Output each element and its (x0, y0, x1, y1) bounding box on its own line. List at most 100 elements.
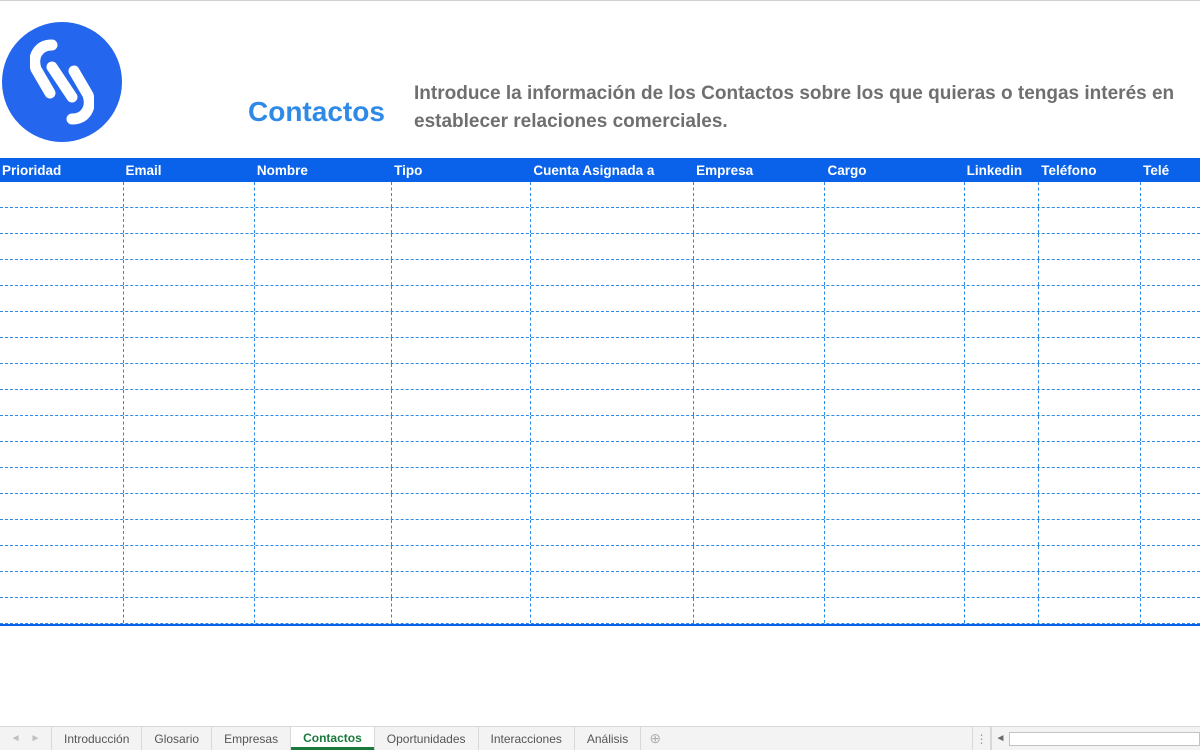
table-cell[interactable] (0, 312, 124, 337)
table-cell[interactable] (965, 208, 1040, 233)
table-cell[interactable] (531, 598, 694, 623)
triangle-left-icon[interactable]: ◄ (11, 733, 21, 744)
table-cell[interactable] (392, 442, 531, 467)
table-row[interactable] (0, 468, 1200, 494)
sheet-tab-oportunidades[interactable]: Oportunidades (375, 727, 479, 750)
table-cell[interactable] (825, 364, 964, 389)
table-cell[interactable] (392, 598, 531, 623)
table-row[interactable] (0, 364, 1200, 390)
table-cell[interactable] (1141, 338, 1200, 363)
table-cell[interactable] (825, 546, 964, 571)
table-cell[interactable] (392, 494, 531, 519)
table-cell[interactable] (392, 182, 531, 207)
table-cell[interactable] (694, 208, 825, 233)
table-cell[interactable] (825, 468, 964, 493)
table-cell[interactable] (1039, 416, 1141, 441)
table-cell[interactable] (965, 572, 1040, 597)
table-cell[interactable] (255, 390, 392, 415)
table-cell[interactable] (392, 260, 531, 285)
table-cell[interactable] (825, 312, 964, 337)
table-cell[interactable] (124, 494, 255, 519)
table-cell[interactable] (825, 208, 964, 233)
table-cell[interactable] (255, 234, 392, 259)
table-cell[interactable] (0, 286, 124, 311)
triangle-right-icon[interactable]: ► (31, 733, 41, 744)
table-cell[interactable] (124, 598, 255, 623)
table-cell[interactable] (0, 572, 124, 597)
table-cell[interactable] (1141, 286, 1200, 311)
table-cell[interactable] (255, 182, 392, 207)
scroll-left-button[interactable]: ◄ (991, 727, 1009, 750)
table-cell[interactable] (825, 286, 964, 311)
table-cell[interactable] (825, 234, 964, 259)
table-row[interactable] (0, 520, 1200, 546)
table-cell[interactable] (255, 338, 392, 363)
table-cell[interactable] (825, 182, 964, 207)
table-cell[interactable] (531, 234, 694, 259)
table-cell[interactable] (825, 260, 964, 285)
table-cell[interactable] (694, 494, 825, 519)
table-cell[interactable] (694, 260, 825, 285)
table-cell[interactable] (392, 572, 531, 597)
table-cell[interactable] (392, 208, 531, 233)
table-cell[interactable] (255, 416, 392, 441)
column-header-cuenta-asignada[interactable]: Cuenta Asignada a (531, 163, 694, 178)
table-row[interactable] (0, 390, 1200, 416)
table-cell[interactable] (965, 312, 1040, 337)
table-cell[interactable] (694, 234, 825, 259)
table-row[interactable] (0, 182, 1200, 208)
table-cell[interactable] (531, 494, 694, 519)
table-cell[interactable] (825, 442, 964, 467)
column-header-nombre[interactable]: Nombre (255, 163, 392, 178)
table-cell[interactable] (825, 390, 964, 415)
table-cell[interactable] (965, 598, 1040, 623)
table-cell[interactable] (124, 182, 255, 207)
table-cell[interactable] (531, 416, 694, 441)
table-cell[interactable] (124, 260, 255, 285)
table-cell[interactable] (124, 338, 255, 363)
table-cell[interactable] (825, 338, 964, 363)
table-cell[interactable] (0, 468, 124, 493)
table-cell[interactable] (124, 572, 255, 597)
table-cell[interactable] (825, 416, 964, 441)
table-row[interactable] (0, 416, 1200, 442)
table-cell[interactable] (965, 442, 1040, 467)
table-cell[interactable] (255, 520, 392, 545)
table-cell[interactable] (1039, 442, 1141, 467)
table-cell[interactable] (965, 546, 1040, 571)
table-cell[interactable] (694, 364, 825, 389)
table-cell[interactable] (124, 442, 255, 467)
table-cell[interactable] (392, 338, 531, 363)
table-row[interactable] (0, 546, 1200, 572)
table-cell[interactable] (1039, 208, 1141, 233)
table-cell[interactable] (1141, 416, 1200, 441)
table-cell[interactable] (1141, 494, 1200, 519)
table-cell[interactable] (1141, 572, 1200, 597)
table-cell[interactable] (1141, 390, 1200, 415)
data-grid[interactable] (0, 182, 1200, 626)
table-cell[interactable] (965, 520, 1040, 545)
table-cell[interactable] (1039, 364, 1141, 389)
table-cell[interactable] (124, 208, 255, 233)
table-cell[interactable] (0, 234, 124, 259)
table-cell[interactable] (1039, 260, 1141, 285)
sheet-tab-interacciones[interactable]: Interacciones (479, 727, 575, 750)
table-row[interactable] (0, 442, 1200, 468)
sheet-nav-buttons[interactable]: ◄ ► (0, 727, 52, 750)
table-row[interactable] (0, 494, 1200, 520)
table-cell[interactable] (531, 286, 694, 311)
table-cell[interactable] (0, 364, 124, 389)
table-cell[interactable] (531, 312, 694, 337)
table-cell[interactable] (255, 468, 392, 493)
column-header-tipo[interactable]: Tipo (392, 163, 531, 178)
table-cell[interactable] (1039, 494, 1141, 519)
column-header-linkedin[interactable]: Linkedin (965, 163, 1040, 178)
table-cell[interactable] (124, 416, 255, 441)
table-cell[interactable] (0, 520, 124, 545)
table-cell[interactable] (124, 234, 255, 259)
column-header-cargo[interactable]: Cargo (825, 163, 964, 178)
table-cell[interactable] (694, 546, 825, 571)
table-cell[interactable] (124, 312, 255, 337)
table-cell[interactable] (531, 442, 694, 467)
table-cell[interactable] (255, 598, 392, 623)
